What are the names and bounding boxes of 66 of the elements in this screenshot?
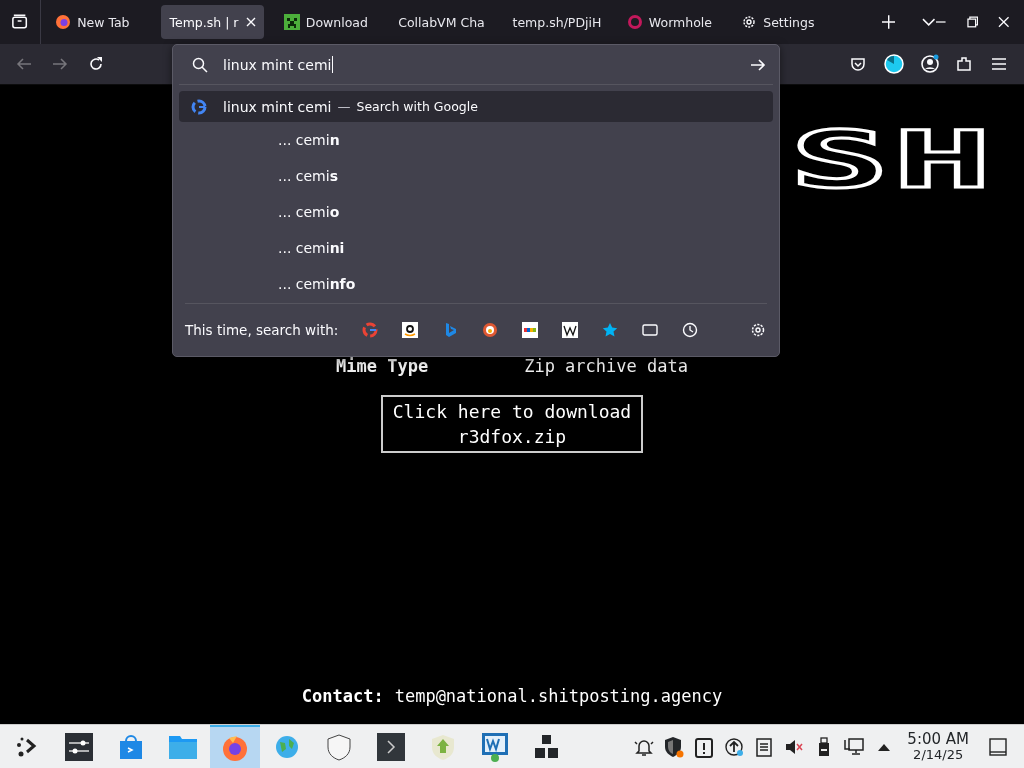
- search-suggestion[interactable]: linux mint cemi — Search with Google: [179, 91, 773, 122]
- bell-icon[interactable]: [634, 737, 655, 757]
- contact-email: temp@national.shitposting.agency: [394, 686, 723, 706]
- folder-icon: [168, 733, 198, 761]
- shield-icon: [326, 733, 352, 761]
- clipboard-icon[interactable]: [755, 737, 774, 757]
- tabs-icon[interactable]: [642, 322, 659, 338]
- settings-icon[interactable]: [750, 322, 766, 338]
- tab-manager-icon[interactable]: [10, 12, 30, 32]
- reload-icon[interactable]: [88, 56, 104, 72]
- chevron-down-icon[interactable]: [922, 18, 936, 26]
- close-icon[interactable]: [998, 16, 1010, 28]
- wikipedia-icon[interactable]: [562, 322, 579, 338]
- show-desktop-icon[interactable]: [989, 738, 1007, 756]
- restore-icon[interactable]: [966, 16, 979, 28]
- update-icon[interactable]: [724, 737, 745, 757]
- search-with-label: This time, search with:: [185, 322, 339, 338]
- taskbar-firefox-button[interactable]: [210, 725, 260, 768]
- download-link[interactable]: Click here to download r3dfox.zip: [381, 395, 643, 453]
- extensions-icon[interactable]: [956, 56, 972, 72]
- clock[interactable]: 5:00 AM 2/14/25: [907, 731, 969, 763]
- mixer-icon: [65, 733, 93, 761]
- site-logo: SH: [790, 125, 996, 195]
- search-suggestion[interactable]: ... cemio: [173, 194, 779, 230]
- pocket-icon[interactable]: [850, 56, 866, 72]
- settings-icon: [741, 14, 758, 30]
- browser-tab[interactable]: temp.sh/PDjiH: [504, 5, 607, 39]
- vm-icon: [481, 732, 509, 762]
- mime-type-label: Mime Type: [336, 356, 429, 376]
- expand-arrow-icon[interactable]: [878, 743, 891, 751]
- ring-icon: [626, 14, 643, 30]
- browser-tab[interactable]: Temp.sh | r: [161, 5, 264, 39]
- search-suggestion[interactable]: ... cemini: [173, 230, 779, 266]
- browser-tab[interactable]: Wormhole: [618, 5, 722, 39]
- upload-icon: [430, 733, 456, 761]
- forward-icon[interactable]: [52, 56, 68, 72]
- bookmarks-icon[interactable]: [602, 322, 619, 338]
- grid-icon: [534, 734, 560, 760]
- go-arrow-icon[interactable]: [750, 56, 766, 73]
- search-icon: [192, 56, 208, 73]
- browser-tab[interactable]: Settings: [733, 5, 836, 39]
- search-suggestion[interactable]: ... cemis: [173, 158, 779, 194]
- globe-icon: [274, 734, 300, 760]
- terminal-icon: [377, 733, 405, 761]
- usb-drive-icon[interactable]: [817, 737, 832, 757]
- muted-speaker-icon[interactable]: [784, 737, 805, 757]
- timer-icon[interactable]: [884, 54, 904, 74]
- creeper-icon: [283, 14, 300, 30]
- back-icon[interactable]: [16, 56, 32, 72]
- history-icon[interactable]: [682, 322, 699, 338]
- contact-label: Contact:: [301, 686, 384, 706]
- search-suggestion[interactable]: ... cemin: [173, 122, 779, 158]
- new-tab-icon[interactable]: [881, 15, 895, 29]
- menu-icon[interactable]: [991, 56, 1007, 72]
- search-suggestion[interactable]: ... ceminfo: [173, 266, 779, 302]
- browser-tab[interactable]: New Tab: [47, 5, 150, 39]
- network-icon[interactable]: [843, 737, 866, 757]
- shield-icon[interactable]: [663, 736, 686, 758]
- store-icon: [117, 733, 145, 761]
- launcher-icon: [15, 735, 39, 759]
- account-icon[interactable]: [920, 54, 940, 74]
- mime-type-value: Zip archive data: [524, 356, 688, 376]
- browser-tab[interactable]: CollabVM Cha: [390, 5, 493, 39]
- browser-tab[interactable]: Download: [275, 5, 379, 39]
- close-icon[interactable]: [245, 17, 256, 27]
- clipboard-alert-icon[interactable]: [694, 736, 715, 758]
